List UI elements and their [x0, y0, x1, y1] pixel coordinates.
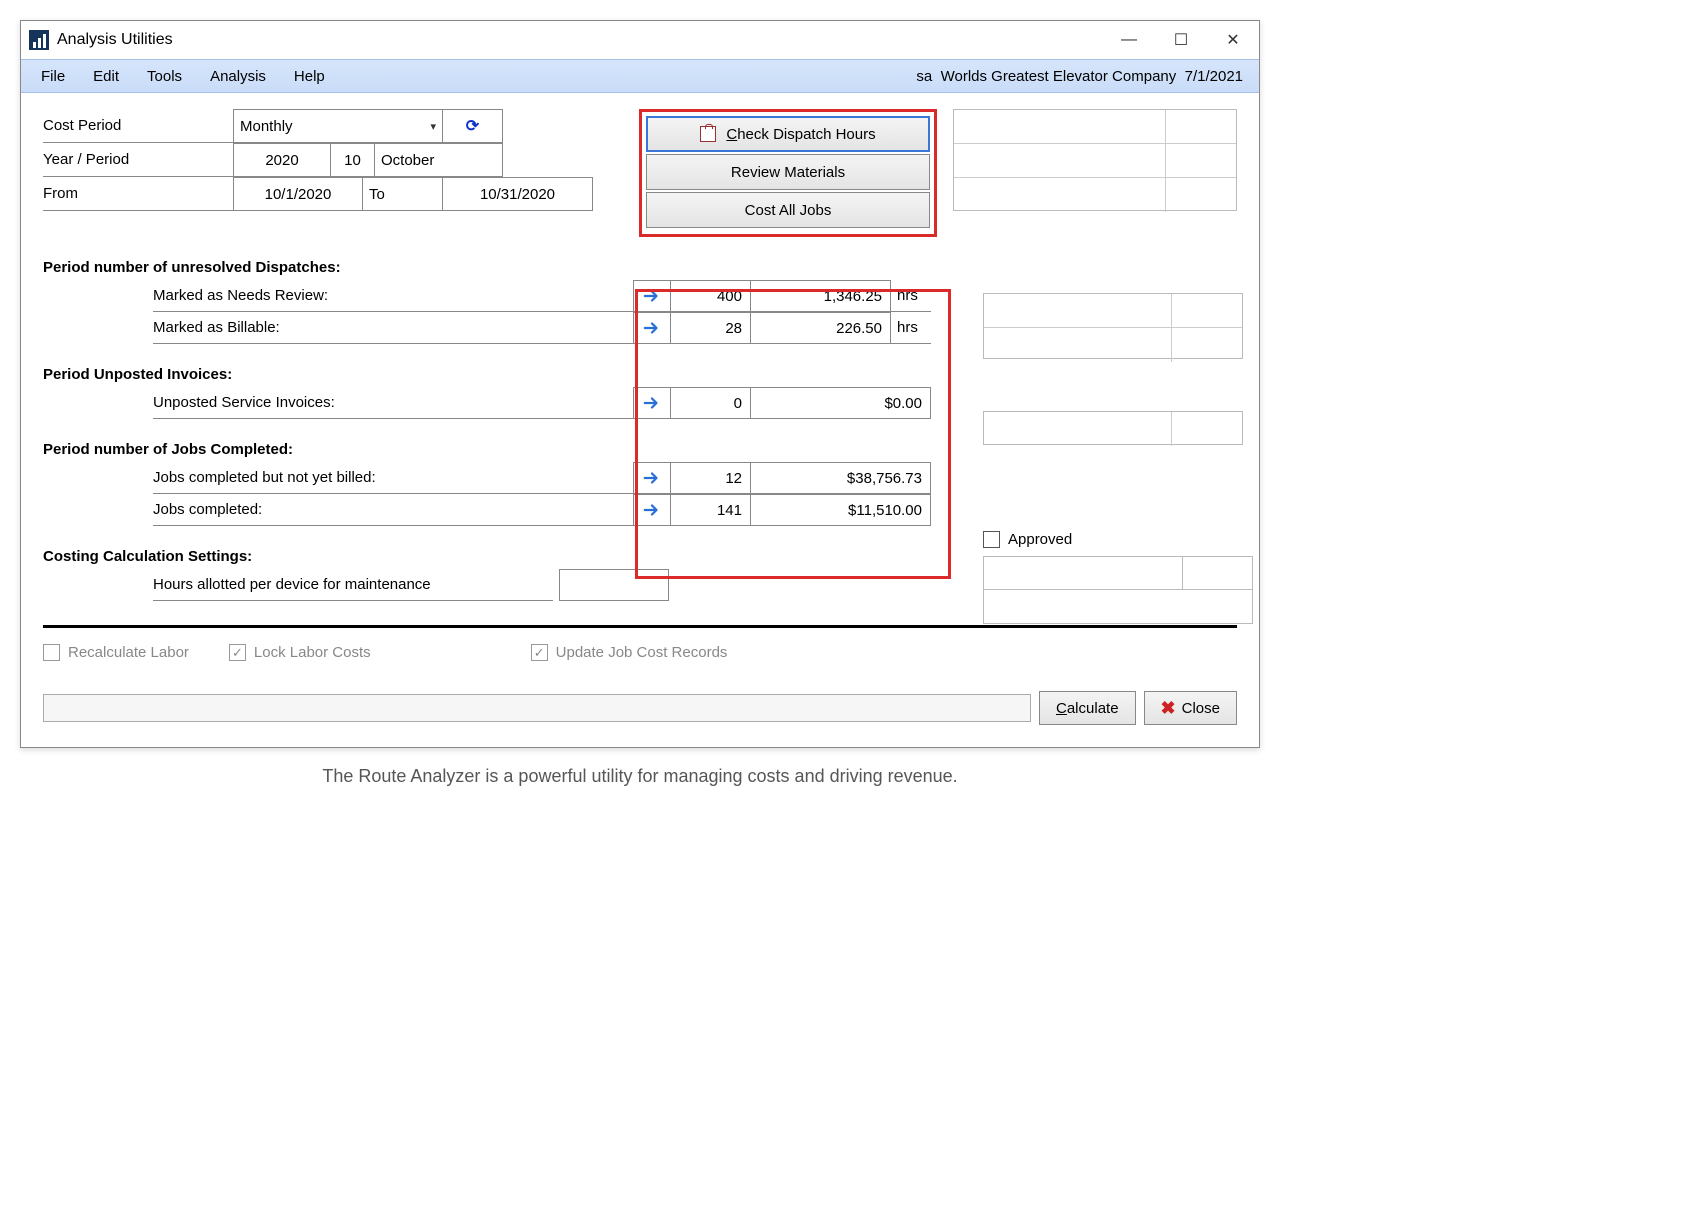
billable-count: 28	[671, 312, 751, 344]
filter-panel: Cost Period Monthly ▾ ⟳ Year / Period 20…	[43, 109, 633, 211]
menubar: File Edit Tools Analysis Help sa Worlds …	[21, 59, 1259, 93]
invoices-heading: Period Unposted Invoices:	[43, 366, 1237, 383]
from-date-input[interactable]: 10/1/2020	[233, 177, 363, 211]
context-company: Worlds Greatest Elevator Company	[941, 68, 1177, 85]
dispatch-side-grid	[983, 293, 1243, 359]
menu-edit[interactable]: Edit	[79, 64, 133, 89]
options-row: Recalculate Labor ✓Lock Labor Costs ✓Upd…	[43, 644, 1237, 661]
context-date: 7/1/2021	[1185, 68, 1243, 85]
titlebar: Analysis Utilities — ☐ ✕	[21, 21, 1259, 59]
unposted-label: Unposted Service Invoices:	[153, 387, 633, 419]
hours-allotted-label: Hours allotted per device for maintenanc…	[153, 569, 553, 601]
cost-period-value: Monthly	[240, 118, 293, 135]
close-icon: ✖	[1161, 698, 1176, 719]
context-user: sa	[916, 68, 932, 85]
invoice-side-grid	[983, 411, 1243, 445]
cost-period-dropdown[interactable]: Monthly ▾	[233, 109, 443, 143]
jobs-unbilled-label: Jobs completed but not yet billed:	[153, 462, 633, 494]
refresh-button[interactable]: ⟳	[443, 109, 503, 143]
analysis-utilities-window: Analysis Utilities — ☐ ✕ File Edit Tools…	[20, 20, 1260, 748]
to-label: To	[363, 177, 443, 211]
jobs-completed-count: 141	[671, 494, 751, 526]
year-input[interactable]: 2020	[233, 143, 331, 177]
menu-analysis[interactable]: Analysis	[196, 64, 280, 89]
approved-label: Approved	[1008, 531, 1072, 548]
status-bar	[43, 694, 1031, 722]
close-button[interactable]: ✖ Close	[1144, 691, 1237, 725]
billable-drilldown[interactable]	[633, 312, 671, 344]
context-info: sa Worlds Greatest Elevator Company 7/1/…	[916, 68, 1253, 85]
review-materials-button[interactable]: Review Materials	[646, 154, 930, 190]
jobs-unbilled-amount: $38,756.73	[751, 462, 931, 494]
cost-period-label: Cost Period	[43, 109, 233, 143]
menu-tools[interactable]: Tools	[133, 64, 196, 89]
arrow-right-icon	[643, 289, 661, 303]
maximize-button[interactable]: ☐	[1155, 21, 1207, 59]
from-label: From	[43, 177, 233, 211]
period-month: October	[375, 143, 503, 177]
arrow-right-icon	[643, 396, 661, 410]
arrow-right-icon	[643, 321, 661, 335]
window-title: Analysis Utilities	[57, 31, 1103, 49]
billable-label: Marked as Billable:	[153, 312, 633, 344]
approved-checkbox[interactable]	[983, 531, 1000, 548]
unposted-drilldown[interactable]	[633, 387, 671, 419]
top-right-grid	[953, 109, 1237, 211]
billable-hours: 226.50	[751, 312, 891, 344]
jobs-completed-label: Jobs completed:	[153, 494, 633, 526]
figure-caption: The Route Analyzer is a powerful utility…	[20, 766, 1260, 787]
hrs-unit: hrs	[891, 280, 931, 312]
hours-allotted-input[interactable]	[559, 569, 669, 601]
chevron-down-icon: ▾	[430, 120, 436, 133]
minimize-button[interactable]: —	[1103, 21, 1155, 59]
hrs-unit-2: hrs	[891, 312, 931, 344]
approved-panel: Approved	[983, 531, 1253, 624]
period-number-input[interactable]: 10	[331, 143, 375, 177]
clipboard-icon	[700, 126, 716, 142]
lock-labor-costs-checkbox[interactable]: ✓Lock Labor Costs	[229, 644, 371, 661]
menu-file[interactable]: File	[27, 64, 79, 89]
arrow-right-icon	[643, 471, 661, 485]
unposted-count: 0	[671, 387, 751, 419]
dispatches-heading: Period number of unresolved Dispatches:	[43, 259, 959, 276]
needs-review-label: Marked as Needs Review:	[153, 280, 633, 312]
jobs-unbilled-drilldown[interactable]	[633, 462, 671, 494]
year-period-label: Year / Period	[43, 143, 233, 177]
menu-help[interactable]: Help	[280, 64, 339, 89]
check-dispatch-hours-button[interactable]: Check Dispatch Hours	[646, 116, 930, 152]
arrow-right-icon	[643, 503, 661, 517]
jobs-completed-drilldown[interactable]	[633, 494, 671, 526]
refresh-icon: ⟳	[466, 116, 479, 136]
needs-review-drilldown[interactable]	[633, 280, 671, 312]
needs-review-hours: 1,346.25	[751, 280, 891, 312]
content-area: Cost Period Monthly ▾ ⟳ Year / Period 20…	[21, 93, 1259, 747]
unposted-amount: $0.00	[751, 387, 931, 419]
close-window-button[interactable]: ✕	[1207, 21, 1259, 59]
calculate-button[interactable]: Calculate	[1039, 691, 1136, 725]
needs-review-count: 400	[671, 280, 751, 312]
divider	[43, 625, 1237, 628]
to-date-input[interactable]: 10/31/2020	[443, 177, 593, 211]
update-job-cost-checkbox[interactable]: ✓Update Job Cost Records	[531, 644, 728, 661]
cost-all-jobs-button[interactable]: Cost All Jobs	[646, 192, 930, 228]
jobs-unbilled-count: 12	[671, 462, 751, 494]
recalculate-labor-checkbox[interactable]: Recalculate Labor	[43, 644, 189, 661]
jobs-completed-amount: $11,510.00	[751, 494, 931, 526]
actions-highlight: Check Dispatch Hours Review Materials Co…	[639, 109, 937, 237]
app-icon	[29, 30, 49, 50]
